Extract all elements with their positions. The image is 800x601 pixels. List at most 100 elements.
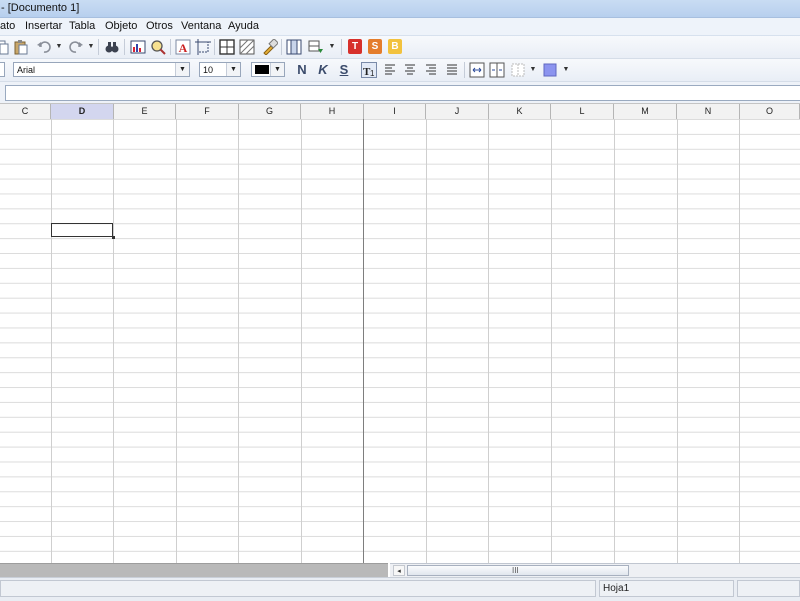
grid-column-line: [677, 119, 678, 563]
font-name-value: Arial: [17, 65, 36, 75]
column-header-e[interactable]: E: [114, 104, 176, 119]
superscript-button[interactable]: T1: [361, 62, 377, 78]
menu-otros[interactable]: Otros: [146, 20, 173, 32]
fill-color-dropdown-icon[interactable]: ▼: [562, 62, 570, 78]
text-object-icon[interactable]: A: [175, 39, 191, 55]
grid-column-line: [739, 119, 740, 563]
grid-column-line: [113, 119, 114, 563]
insert-dropdown-icon[interactable]: ▼: [328, 39, 336, 55]
menu-tabla[interactable]: Tabla: [69, 20, 95, 32]
column-header-i[interactable]: I: [364, 104, 426, 119]
redo-icon[interactable]: [68, 39, 84, 55]
borders-icon[interactable]: [219, 39, 235, 55]
zoom-icon[interactable]: [150, 39, 166, 55]
svg-text:1: 1: [370, 69, 375, 77]
style-combo[interactable]: [0, 62, 5, 77]
scrollbar-thumb[interactable]: III: [407, 565, 629, 576]
grid-column-line: [488, 119, 489, 563]
font-size-value: 10: [203, 65, 214, 75]
frame-icon[interactable]: [195, 39, 211, 55]
presentations-icon[interactable]: B: [388, 39, 402, 54]
chevron-down-icon[interactable]: ▼: [226, 63, 240, 76]
selected-cell[interactable]: [51, 223, 115, 239]
standard-toolbar: ▼ ▼ A ▼ T S B: [0, 36, 800, 59]
font-name-select[interactable]: Arial ▼: [13, 62, 190, 77]
menu-bar: ato Insertar Tabla Objeto Otros Ventana …: [0, 18, 800, 36]
insert-chart-icon[interactable]: [130, 39, 146, 55]
window-title: - [Documento 1]: [1, 2, 80, 14]
column-header-o[interactable]: O: [740, 104, 800, 119]
column-header-m[interactable]: M: [614, 104, 677, 119]
toolbar-separator: [124, 39, 125, 55]
status-pane-main: [0, 580, 596, 597]
column-header-j[interactable]: J: [426, 104, 489, 119]
font-color-select[interactable]: ▼: [251, 62, 285, 77]
toolbar-separator: [214, 39, 215, 55]
align-justify-icon[interactable]: [444, 62, 460, 78]
column-header-l[interactable]: L: [551, 104, 614, 119]
redo-dropdown-icon[interactable]: ▼: [87, 39, 95, 55]
grid-column-line: [176, 119, 177, 563]
column-header-h[interactable]: H: [301, 104, 364, 119]
formula-bar: [0, 82, 800, 103]
column-header-g[interactable]: G: [239, 104, 301, 119]
borders-dropdown-icon[interactable]: ▼: [529, 62, 537, 78]
sheet-name: Hoja1: [603, 583, 630, 594]
menu-formato[interactable]: ato: [0, 20, 15, 32]
grid-column-line: [551, 119, 552, 563]
underline-button[interactable]: S: [336, 62, 352, 78]
toolbar-separator: [170, 39, 171, 55]
fill-color-icon[interactable]: [542, 62, 558, 78]
scroll-left-icon[interactable]: ◂: [393, 565, 405, 576]
align-right-icon[interactable]: [423, 62, 439, 78]
status-bar: Hoja1: [0, 577, 800, 601]
grid-column-line: [301, 119, 302, 563]
column-width-icon[interactable]: [286, 39, 302, 55]
formula-input[interactable]: [5, 85, 800, 101]
toolbar-separator: [281, 39, 282, 55]
grid-column-line: [614, 119, 615, 563]
pattern-icon[interactable]: [239, 39, 255, 55]
chevron-down-icon[interactable]: ▼: [270, 63, 284, 76]
scrollbar-grip: III: [512, 566, 519, 575]
find-binoculars-icon[interactable]: [104, 39, 120, 55]
insert-rows-icon[interactable]: [308, 39, 324, 55]
menu-objeto[interactable]: Objeto: [105, 20, 137, 32]
undo-icon[interactable]: [36, 39, 52, 55]
align-left-icon[interactable]: [382, 62, 398, 78]
horizontal-scrollbar[interactable]: ◂ III: [390, 563, 800, 577]
planmaker-icon[interactable]: S: [368, 39, 382, 54]
merge-cells-icon[interactable]: [469, 62, 485, 78]
menu-ventana[interactable]: Ventana: [181, 20, 221, 32]
grid-column-line: [238, 119, 239, 563]
sheet-tabs-area: [0, 563, 388, 577]
column-header-c[interactable]: C: [0, 104, 51, 119]
column-header-d[interactable]: D: [51, 104, 114, 119]
menu-insertar[interactable]: Insertar: [25, 20, 62, 32]
formatting-toolbar: Arial ▼ 10 ▼ ▼ N K S T1 ▼ ▼: [0, 59, 800, 82]
font-size-select[interactable]: 10 ▼: [199, 62, 241, 77]
format-brush-icon[interactable]: [262, 38, 279, 56]
grid-column-line: [426, 119, 427, 563]
column-header-n[interactable]: N: [677, 104, 740, 119]
cell-grid[interactable]: [0, 119, 800, 563]
undo-dropdown-icon[interactable]: ▼: [55, 39, 63, 55]
column-headers: C D E F G H I J K L M N O: [0, 103, 800, 120]
title-bar: - [Documento 1]: [0, 0, 800, 18]
cell-borders-icon[interactable]: [510, 62, 526, 78]
page-break-line: [363, 119, 364, 563]
toolbar-separator: [98, 39, 99, 55]
italic-button[interactable]: K: [315, 62, 331, 78]
chevron-down-icon[interactable]: ▼: [175, 63, 189, 76]
column-header-k[interactable]: K: [489, 104, 551, 119]
toolbar-separator: [341, 39, 342, 55]
split-cells-icon[interactable]: [489, 62, 505, 78]
bold-button[interactable]: N: [294, 62, 310, 78]
copy-icon[interactable]: [0, 39, 10, 55]
column-header-f[interactable]: F: [176, 104, 239, 119]
align-center-icon[interactable]: [402, 62, 418, 78]
font-color-swatch: [255, 65, 269, 74]
paste-icon[interactable]: [13, 39, 29, 55]
menu-ayuda[interactable]: Ayuda: [228, 20, 259, 32]
textmaker-icon[interactable]: T: [348, 39, 362, 54]
